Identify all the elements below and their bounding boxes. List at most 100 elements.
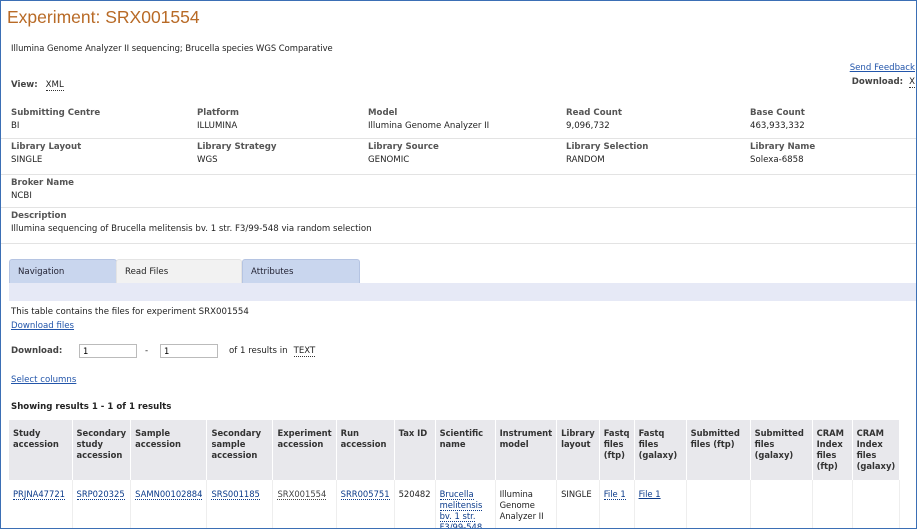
range-of-text: of 1 results in TEXT (229, 346, 316, 357)
cell-fastq-galaxy: File 1 (634, 480, 687, 528)
col-header[interactable]: Secondary sample accession (206, 420, 274, 480)
select-columns-link[interactable]: Select columns (11, 375, 76, 385)
col-header[interactable]: Fastq files (ftp) (599, 420, 635, 480)
col-header[interactable]: Submitted files (galaxy) (750, 420, 813, 480)
fastq-ftp-link[interactable]: File 1 (603, 489, 626, 500)
meta-description-row: Description Illumina sequencing of Bruce… (1, 207, 916, 244)
meta-label: Broker Name (11, 178, 75, 188)
table-row: PRJNA47721 SRP020325 SAMN00102884 SRS001… (9, 480, 901, 528)
secondary-study-link[interactable]: SRP020325 (76, 489, 125, 500)
range-of-label: of 1 results in (229, 346, 288, 356)
meta-label: Library Strategy (197, 142, 277, 152)
col-header[interactable]: Sample accession (130, 420, 208, 480)
col-header[interactable]: Secondary study accession (72, 420, 132, 480)
send-feedback-link[interactable]: Send Feedback (850, 63, 915, 73)
meta-label: Base Count (750, 108, 805, 118)
files-intro-text: This table contains the files for experi… (11, 307, 249, 317)
meta-label: Description (11, 211, 67, 221)
cell-fastq-ftp: File 1 (599, 480, 635, 528)
meta-broker-row: Broker Name NCBI (1, 174, 916, 208)
meta-value: 9,096,732 (566, 121, 610, 131)
view-row: View: XML (11, 80, 64, 91)
col-header[interactable]: Fastq files (galaxy) (634, 420, 687, 480)
tab-content-strip (9, 283, 916, 301)
meta-label: Submitting Centre (11, 108, 101, 118)
meta-base-count: Base Count 463,933,332 (750, 108, 805, 131)
meta-broker-name: Broker Name NCBI (11, 178, 74, 201)
meta-value: ILLUMINA (197, 121, 238, 131)
table-header-row: Study accession Secondary study accessio… (9, 420, 901, 480)
col-header[interactable]: Instrument model (495, 420, 558, 480)
cell-scientific-name: Brucella melitensis bv. 1 str. F3/99-548 (435, 480, 496, 528)
view-xml-link[interactable]: XML (45, 80, 64, 91)
meta-label: Library Layout (11, 142, 82, 152)
meta-row-2: Library Layout SINGLE Library Strategy W… (1, 138, 916, 175)
cell-submitted-ftp (686, 480, 751, 528)
meta-value: RANDOM (566, 155, 605, 165)
cell-cram-galaxy (852, 480, 901, 528)
meta-label: Platform (197, 108, 239, 118)
cell-layout: SINGLE (556, 480, 600, 528)
sample-accession-link[interactable]: SAMN00102884 (135, 489, 203, 500)
range-dash: - (145, 346, 149, 356)
cell-secondary-sample: SRS001185 (206, 480, 274, 528)
page-title: Experiment: SRX001554 (7, 7, 200, 27)
download-header: Download: X (850, 77, 915, 88)
cell-study: PRJNA47721 (9, 480, 73, 528)
results-count: Showing results 1 - 1 of 1 results (11, 402, 172, 412)
scientific-name-link[interactable]: Brucella melitensis bv. 1 str. F3/99-548 (439, 489, 483, 528)
cell-run: SRR005751 (336, 480, 395, 528)
meta-value: Illumina Genome Analyzer II (368, 121, 490, 131)
run-accession-link[interactable]: SRR005751 (340, 489, 390, 500)
download-files-link[interactable]: Download files (11, 321, 74, 331)
meta-read-count: Read Count 9,096,732 (566, 108, 622, 131)
meta-value: GENOMIC (368, 155, 410, 165)
fastq-galaxy-link[interactable]: File 1 (639, 489, 661, 499)
col-header[interactable]: Tax ID (394, 420, 436, 480)
tab-attributes[interactable]: Attributes (242, 259, 360, 284)
download-x-link[interactable]: X (909, 77, 915, 88)
page-frame: Experiment: SRX001554 Illumina Genome An… (0, 0, 917, 529)
col-header[interactable]: CRAM Index files (ftp) (812, 420, 853, 480)
secondary-sample-link[interactable]: SRS001185 (211, 489, 260, 500)
col-header[interactable]: Study accession (9, 420, 73, 480)
download-range-row: Download: - of 1 results in TEXT (11, 344, 316, 358)
cell-instrument: Illumina Genome Analyzer II (495, 480, 558, 528)
cell-tax-id: 520482 (394, 480, 436, 528)
meta-label: Read Count (566, 108, 622, 118)
text-format-link[interactable]: TEXT (293, 346, 316, 357)
col-header[interactable]: Library layout (556, 420, 600, 480)
col-header[interactable]: Run accession (336, 420, 395, 480)
download-range-label: Download: (11, 346, 63, 356)
tab-read-files[interactable]: Read Files (116, 259, 242, 284)
meta-label: Library Source (368, 142, 439, 152)
meta-value: NCBI (11, 191, 32, 201)
cell-experiment: SRX001554 (272, 480, 337, 528)
read-files-table: Study accession Secondary study accessio… (9, 420, 901, 528)
col-header[interactable]: Experiment accession (272, 420, 337, 480)
col-header[interactable]: Submitted files (ftp) (686, 420, 751, 480)
meta-library-strategy: Library Strategy WGS (197, 142, 276, 165)
study-accession-link[interactable]: PRJNA47721 (13, 489, 65, 500)
cell-sample: SAMN00102884 (130, 480, 208, 528)
tab-navigation[interactable]: Navigation (9, 259, 117, 284)
meta-library-selection: Library Selection RANDOM (566, 142, 648, 165)
meta-label: Library Name (750, 142, 816, 152)
view-label: View: (11, 80, 38, 90)
meta-platform: Platform ILLUMINA (197, 108, 239, 131)
experiment-subtitle: Illumina Genome Analyzer II sequencing; … (11, 43, 333, 53)
meta-value: Illumina sequencing of Brucella melitens… (11, 224, 372, 234)
meta-description: Description Illumina sequencing of Bruce… (11, 211, 372, 234)
col-header[interactable]: CRAM Index files (galaxy) (852, 420, 901, 480)
col-header[interactable]: Scientific name (435, 420, 496, 480)
cell-submitted-galaxy (750, 480, 813, 528)
meta-value: SINGLE (11, 155, 43, 165)
meta-label: Model (368, 108, 398, 118)
meta-model: Model Illumina Genome Analyzer II (368, 108, 489, 131)
meta-value: 463,933,332 (750, 121, 805, 131)
range-to-input[interactable] (160, 344, 218, 358)
right-actions: Send Feedback Download: X (850, 63, 915, 88)
range-from-input[interactable] (79, 344, 137, 358)
meta-value: Solexa-6858 (750, 155, 804, 165)
meta-row-1: Submitting Centre BI Platform ILLUMINA M… (1, 102, 916, 139)
